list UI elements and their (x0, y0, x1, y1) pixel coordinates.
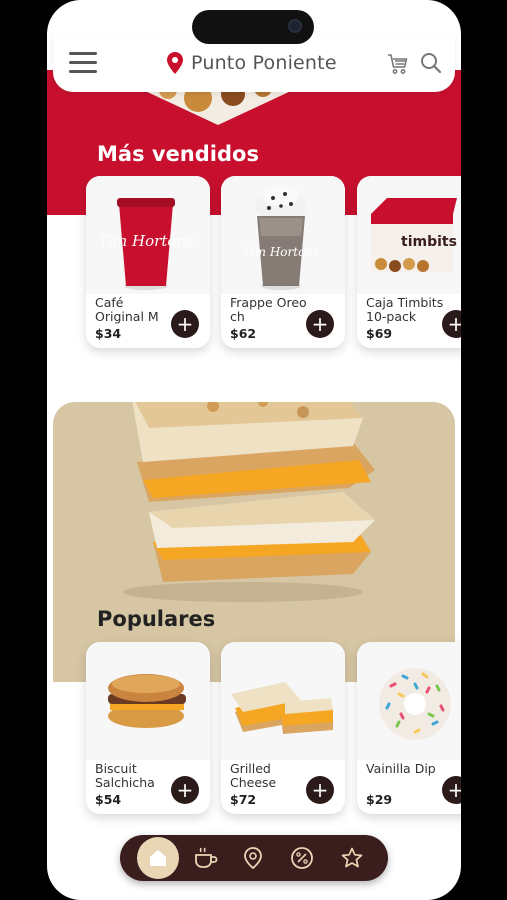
product-card-frappe-oreo[interactable]: Tim Hortons Frappe Oreo ch $62 + (221, 176, 345, 348)
coffee-cup-icon (195, 847, 218, 868)
sprinkle-donut-image (379, 668, 451, 740)
coffee-cup-image: Tim Hortons (98, 198, 194, 290)
product-name: Grilled Cheese (230, 761, 277, 790)
product-image (221, 642, 345, 760)
product-price: $29 (366, 792, 393, 807)
product-price: $54 (95, 792, 122, 807)
phone-screen: Punto Poniente Más vendidos Tim Hortons … (47, 0, 461, 900)
search-icon[interactable] (420, 52, 442, 74)
nav-favorites-button[interactable] (332, 835, 372, 881)
product-price: $62 (230, 326, 257, 341)
product-image: Tim Hortons (221, 176, 345, 294)
location-name: Punto Poniente (191, 52, 337, 74)
product-price: $69 (366, 326, 393, 341)
add-to-cart-button[interactable]: + (442, 776, 461, 804)
add-to-cart-button[interactable]: + (171, 776, 199, 804)
cup-brand-text: Tim Hortons (98, 232, 194, 250)
discount-badge-icon (291, 847, 313, 869)
product-card-cafe-original[interactable]: Tim Hortons Café Original M $34 + (86, 176, 210, 348)
nav-coffee-button[interactable] (186, 835, 226, 881)
add-to-cart-button[interactable]: + (171, 310, 199, 338)
location-pin-icon (244, 847, 262, 870)
grilled-cheese-hero-image (123, 402, 375, 602)
product-card-caja-timbits[interactable]: timbits Caja Timbits 10-pack $69 + (357, 176, 461, 348)
promo-banner[interactable] (53, 402, 455, 682)
frappe-cup-image: Tim Hortons (243, 186, 319, 290)
product-image: Tim Hortons (86, 176, 210, 294)
cart-icon[interactable] (386, 52, 410, 76)
hamburger-menu-icon[interactable] (69, 52, 97, 74)
product-image: timbits (357, 176, 461, 294)
nav-home-button[interactable] (137, 837, 179, 879)
box-brand-text: timbits (401, 234, 457, 250)
nav-promotions-button[interactable] (282, 835, 322, 881)
add-to-cart-button[interactable]: + (306, 310, 334, 338)
product-card-vainilla-dip[interactable]: Vainilla Dip $29 + (357, 642, 461, 814)
product-card-biscuit-salchicha[interactable]: Biscuit Salchicha $54 + (86, 642, 210, 814)
product-name: Caja Timbits 10-pack (366, 295, 444, 324)
cup-brand-text: Tim Hortons (243, 245, 319, 259)
product-name: Café Original M (95, 295, 159, 324)
product-price: $34 (95, 326, 122, 341)
timbits-box-image: timbits (371, 198, 457, 272)
product-name: Vainilla Dip (366, 761, 436, 776)
home-icon (150, 850, 166, 866)
location-selector[interactable]: Punto Poniente (167, 52, 337, 74)
bottom-navigation (120, 835, 388, 881)
product-image (357, 642, 461, 760)
camera-notch (192, 10, 314, 44)
add-to-cart-button[interactable]: + (306, 776, 334, 804)
add-to-cart-button[interactable]: + (442, 310, 461, 338)
product-name: Frappe Oreo ch (230, 295, 307, 324)
popular-title: Populares (97, 607, 216, 631)
nav-locations-button[interactable] (233, 835, 273, 881)
star-icon (341, 847, 363, 868)
product-card-grilled-cheese[interactable]: Grilled Cheese $72 + (221, 642, 345, 814)
location-pin-icon (167, 52, 183, 74)
biscuit-sandwich-image (108, 674, 186, 728)
product-image (86, 642, 210, 760)
best-sellers-title: Más vendidos (97, 142, 259, 166)
product-price: $72 (230, 792, 257, 807)
product-name: Biscuit Salchicha (95, 761, 155, 790)
grilled-cheese-image (231, 682, 333, 734)
